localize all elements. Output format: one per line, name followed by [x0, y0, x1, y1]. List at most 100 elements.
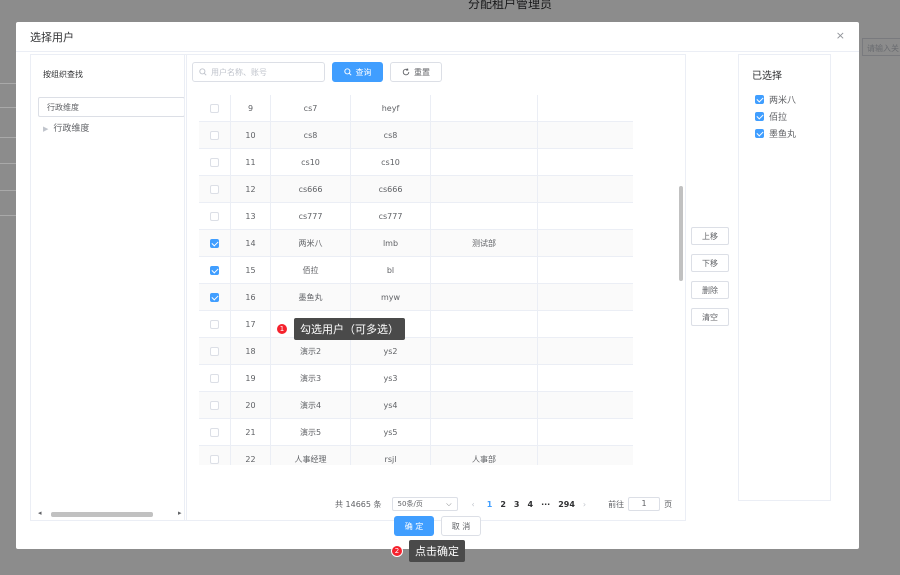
checkbox-icon[interactable]	[210, 185, 219, 194]
table-row[interactable]: 15 佰拉 bl	[199, 257, 633, 284]
org-tree-label: 行政维度	[53, 124, 90, 134]
row-checkbox[interactable]	[199, 176, 231, 203]
row-index: 19	[231, 365, 271, 392]
cancel-button[interactable]: 取 消	[441, 516, 481, 536]
org-tree-node[interactable]: ▶ 行政维度	[43, 121, 89, 134]
checkbox-icon[interactable]	[210, 104, 219, 113]
clear-button[interactable]: 清空	[691, 308, 729, 326]
prev-page-icon[interactable]: ‹	[472, 500, 475, 509]
scroll-left-icon[interactable]: ◂	[38, 509, 42, 517]
goto-page: 前往 1 页	[608, 497, 672, 511]
scroll-right-icon[interactable]: ▸	[178, 509, 182, 517]
checkbox-icon[interactable]	[210, 212, 219, 221]
row-department	[431, 365, 538, 392]
reset-button[interactable]: 重置	[390, 62, 442, 82]
checkbox-checked-icon[interactable]	[755, 129, 764, 138]
table-row[interactable]: 13 cs777 cs777	[199, 203, 633, 230]
table-row[interactable]: 19 演示3 ys3	[199, 365, 633, 392]
dialog-header: 选择用户 ×	[16, 22, 859, 52]
page-number[interactable]: 294	[558, 500, 575, 509]
close-icon[interactable]: ×	[836, 29, 845, 42]
scrollbar-thumb[interactable]	[51, 512, 153, 517]
page-number[interactable]: 2	[500, 500, 506, 509]
step-badge: 1	[276, 323, 288, 335]
goto-page-input[interactable]: 1	[628, 497, 661, 511]
checkbox-icon[interactable]	[210, 374, 219, 383]
caret-right-icon[interactable]: ▶	[43, 125, 48, 133]
row-account: myw	[351, 284, 431, 311]
selected-item[interactable]: 墨鱼丸	[755, 127, 796, 140]
checkbox-checked-icon[interactable]	[755, 95, 764, 104]
table-row[interactable]: 18 演示2 ys2	[199, 338, 633, 365]
move-up-button[interactable]: 上移	[691, 227, 729, 245]
row-checkbox[interactable]	[199, 392, 231, 419]
horizontal-scrollbar[interactable]: ◂ ▸	[38, 509, 185, 519]
row-checkbox[interactable]	[199, 257, 231, 284]
next-page-icon[interactable]: ›	[583, 500, 586, 509]
checkbox-icon[interactable]	[210, 158, 219, 167]
table-row[interactable]: 21 演示5 ys5	[199, 419, 633, 446]
checkbox-icon[interactable]	[210, 347, 219, 356]
table-row[interactable]: 10 cs8 cs8	[199, 122, 633, 149]
checkbox-checked-icon[interactable]	[755, 112, 764, 121]
page-size-select[interactable]: 50条/页 ⌵	[391, 497, 458, 511]
search-icon	[343, 68, 352, 76]
org-panel: 按组织查找 行政维度 ▶ 行政维度 ◂ ▸	[30, 54, 187, 521]
row-department: 测试部	[431, 230, 538, 257]
row-department	[431, 122, 538, 149]
row-checkbox[interactable]	[199, 446, 231, 465]
delete-button[interactable]: 删除	[691, 281, 729, 299]
checkbox-icon[interactable]	[210, 131, 219, 140]
table-row[interactable]: 9 cs7 heyf	[199, 95, 633, 122]
page-number[interactable]: 3	[514, 500, 520, 509]
selected-item[interactable]: 两米八	[755, 93, 796, 106]
selected-item[interactable]: 佰拉	[755, 110, 787, 123]
step-tip-text: 点击确定	[409, 540, 465, 562]
page-number[interactable]: 4	[527, 500, 533, 509]
step-tip-1: 1 勾选用户（可多选）	[276, 318, 405, 340]
table-row[interactable]: 16 墨鱼丸 myw	[199, 284, 633, 311]
table-row[interactable]: 12 cs666 cs666	[199, 176, 633, 203]
checkbox-checked-icon[interactable]	[210, 266, 219, 275]
row-checkbox[interactable]	[199, 230, 231, 257]
row-username: 演示4	[271, 392, 351, 419]
table-row[interactable]: 11 cs10 cs10	[199, 149, 633, 176]
row-checkbox[interactable]	[199, 149, 231, 176]
row-checkbox[interactable]	[199, 95, 231, 122]
row-checkbox[interactable]	[199, 284, 231, 311]
row-checkbox[interactable]	[199, 203, 231, 230]
checkbox-icon[interactable]	[210, 455, 219, 464]
checkbox-icon[interactable]	[210, 428, 219, 437]
row-index: 13	[231, 203, 271, 230]
table-row[interactable]: 20 演示4 ys4	[199, 392, 633, 419]
selected-item-label: 墨鱼丸	[769, 130, 797, 140]
org-dimension-select[interactable]: 行政维度	[38, 97, 185, 117]
row-checkbox[interactable]	[199, 338, 231, 365]
more-pages-icon[interactable]: ···	[541, 500, 550, 509]
dialog-title: 选择用户	[30, 31, 74, 44]
row-username: cs7	[271, 95, 351, 122]
row-checkbox[interactable]	[199, 419, 231, 446]
row-account: rsjl	[351, 446, 431, 465]
row-account: bl	[351, 257, 431, 284]
table-row[interactable]: 14 两米八 lmb 测试部	[199, 230, 633, 257]
table-row[interactable]: 17演示1ys1	[199, 311, 633, 338]
row-checkbox[interactable]	[199, 122, 231, 149]
checkbox-checked-icon[interactable]	[210, 293, 219, 302]
page-number[interactable]: 1	[487, 500, 493, 509]
move-down-button[interactable]: 下移	[691, 254, 729, 272]
checkbox-checked-icon[interactable]	[210, 239, 219, 248]
table-row[interactable]: 22 人事经理 rsjl 人事部	[199, 446, 633, 465]
row-checkbox[interactable]	[199, 311, 231, 338]
confirm-button[interactable]: 确 定	[394, 516, 434, 536]
checkbox-icon[interactable]	[210, 401, 219, 410]
vertical-scrollbar[interactable]	[679, 186, 683, 281]
row-department: 人事部	[431, 446, 538, 465]
query-button[interactable]: 查询	[332, 62, 383, 82]
checkbox-icon[interactable]	[210, 320, 219, 329]
row-index: 22	[231, 446, 271, 465]
row-account: ys5	[351, 419, 431, 446]
row-checkbox[interactable]	[199, 365, 231, 392]
row-username: cs8	[271, 122, 351, 149]
search-input[interactable]: 用户名称、账号	[192, 62, 325, 82]
